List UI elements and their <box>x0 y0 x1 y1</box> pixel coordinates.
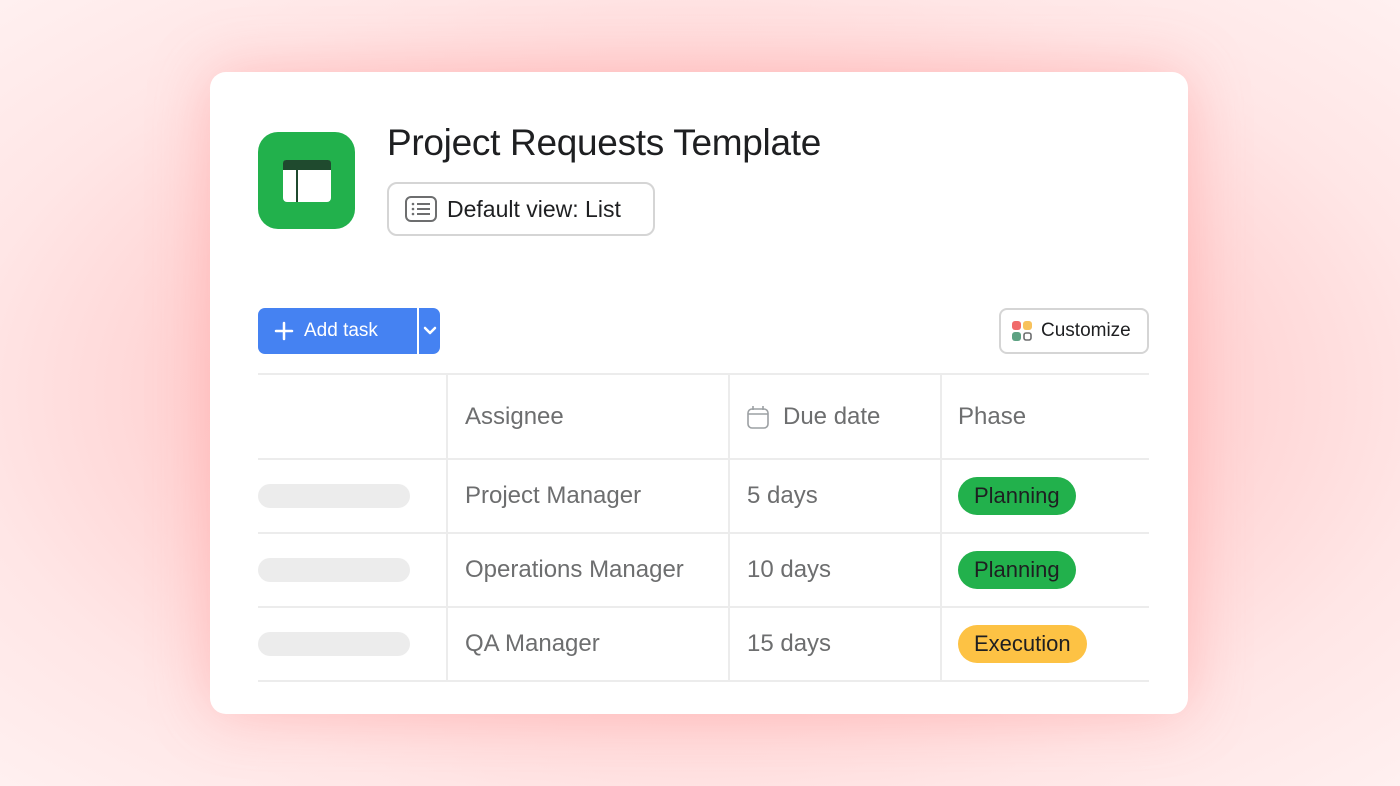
project-card: Project Requests Template Default view: … <box>210 72 1188 714</box>
add-task-button-group: Add task <box>258 308 440 354</box>
add-task-button[interactable]: Add task <box>258 308 417 354</box>
table-row[interactable]: Project Manager 5 days Planning <box>258 460 1149 534</box>
due-date-cell[interactable]: 5 days <box>730 460 942 532</box>
table-header: Assignee Due date Phase <box>258 373 1149 460</box>
task-table: Assignee Due date Phase Project Manager … <box>258 373 1149 682</box>
add-task-dropdown-button[interactable] <box>419 308 440 354</box>
table-icon <box>258 132 355 229</box>
calendar-icon <box>747 405 769 429</box>
task-name-placeholder <box>258 558 410 582</box>
default-view-label: Default view: List <box>447 195 621 222</box>
due-date-cell[interactable]: 15 days <box>730 608 942 680</box>
chevron-down-icon <box>423 326 436 335</box>
table-row[interactable]: Operations Manager 10 days Planning <box>258 534 1149 608</box>
customize-icon <box>1012 321 1032 341</box>
table-row[interactable]: QA Manager 15 days Execution <box>258 608 1149 682</box>
assignee-cell[interactable]: Project Manager <box>448 460 730 532</box>
plus-icon <box>274 321 294 341</box>
customize-label: Customize <box>1041 320 1131 341</box>
column-header-due-date[interactable]: Due date <box>730 375 942 458</box>
list-icon <box>405 196 437 222</box>
column-header-task[interactable] <box>258 375 448 458</box>
default-view-button[interactable]: Default view: List <box>387 182 655 236</box>
due-date-label: Due date <box>783 402 881 430</box>
column-header-assignee[interactable]: Assignee <box>448 375 730 458</box>
assignee-cell[interactable]: Operations Manager <box>448 534 730 606</box>
task-name-placeholder <box>258 632 410 656</box>
column-header-phase[interactable]: Phase <box>942 375 1149 458</box>
project-title: Project Requests Template <box>387 122 821 163</box>
customize-button[interactable]: Customize <box>999 308 1149 354</box>
assignee-cell[interactable]: QA Manager <box>448 608 730 680</box>
phase-badge[interactable]: Planning <box>958 477 1076 515</box>
add-task-label: Add task <box>304 320 378 341</box>
task-name-placeholder <box>258 484 410 508</box>
due-date-cell[interactable]: 10 days <box>730 534 942 606</box>
phase-badge[interactable]: Execution <box>958 625 1087 663</box>
phase-badge[interactable]: Planning <box>958 551 1076 589</box>
